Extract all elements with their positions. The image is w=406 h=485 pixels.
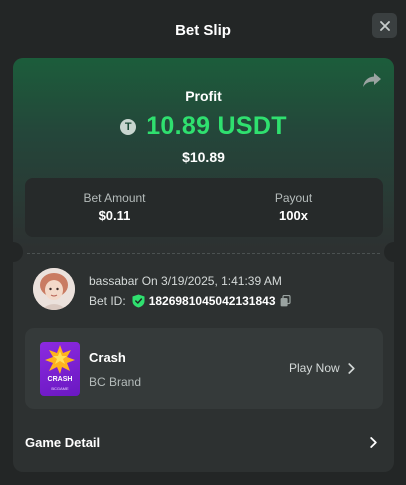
crash-burst-icon — [45, 345, 75, 374]
profit-amount-row: T 10.89 USDT — [13, 112, 394, 141]
play-now-button[interactable]: Play Now — [289, 361, 355, 375]
play-now-label: Play Now — [289, 361, 340, 375]
payout-stat: Payout 100x — [204, 178, 383, 237]
bet-datetime: On 3/19/2025, 1:41:39 AM — [141, 274, 282, 288]
payout-label: Payout — [274, 191, 313, 205]
close-icon — [379, 20, 390, 31]
chevron-right-icon — [370, 436, 377, 448]
share-icon — [363, 73, 381, 87]
verified-shield-icon — [132, 294, 145, 308]
bet-slip-card: Profit T 10.89 USDT $10.89 Bet Amount $0… — [13, 58, 394, 472]
bet-stats: Bet Amount $0.11 Payout 100x — [25, 178, 383, 237]
page-title: Bet Slip — [175, 21, 231, 39]
game-thumbnail-title: CRASH — [47, 376, 73, 383]
profit-amount: 10.89 USDT — [146, 112, 287, 140]
game-thumbnail-subtitle: BCGAME — [51, 386, 69, 391]
ticket-divider — [27, 253, 380, 254]
chevron-right-icon — [348, 362, 355, 374]
game-detail-row[interactable]: Game Detail — [25, 430, 377, 454]
profit-label: Profit — [185, 88, 222, 104]
copy-icon[interactable] — [280, 295, 291, 307]
bet-id-row: Bet ID: 1826981045042131843 — [89, 294, 291, 308]
user-avatar-icon — [33, 268, 75, 310]
game-card[interactable]: CRASH BCGAME Crash BC Brand Play Now — [25, 328, 383, 409]
game-brand: BC Brand — [89, 375, 142, 389]
username[interactable]: bassabar — [89, 274, 138, 288]
bet-amount-value: $0.11 — [98, 208, 131, 223]
payout-value: 100x — [279, 208, 308, 223]
bet-user-line: bassabar On 3/19/2025, 1:41:39 AM — [89, 274, 282, 288]
bet-id-value: 1826981045042131843 — [148, 294, 276, 308]
close-button[interactable] — [372, 13, 397, 38]
game-name: Crash — [89, 350, 126, 365]
ticket-notch-right — [384, 242, 394, 262]
bet-id-label: Bet ID: — [89, 294, 126, 308]
usdt-coin-icon: T — [120, 118, 137, 135]
header: Bet Slip — [0, 0, 406, 58]
game-detail-label: Game Detail — [25, 434, 101, 450]
bet-amount-stat: Bet Amount $0.11 — [25, 178, 204, 237]
profit-usd-value: $10.89 — [182, 149, 225, 165]
bet-amount-label: Bet Amount — [83, 191, 146, 205]
game-thumbnail[interactable]: CRASH BCGAME — [40, 342, 80, 396]
avatar[interactable] — [33, 268, 75, 310]
